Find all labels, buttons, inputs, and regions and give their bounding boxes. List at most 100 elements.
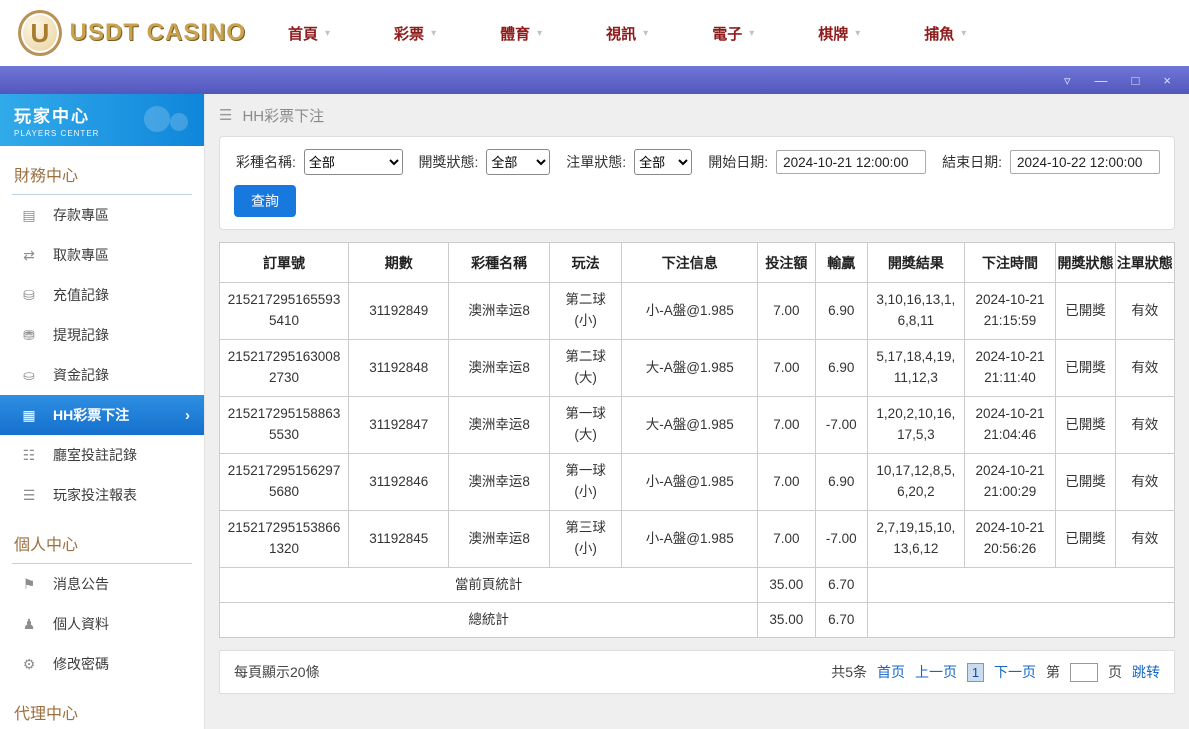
start-date-input[interactable] [776,150,926,174]
cell-period: 31192848 [349,340,449,397]
total-summary-label: 總統計 [220,603,758,638]
cell-bet-info: 小-A盤@1.985 [622,283,758,340]
nav-item-label: 電子 [712,23,742,44]
sidebar-item-change-password[interactable]: ⚙ 修改密碼 [0,644,204,684]
table-row: 2152172951655935410 31192849 澳洲幸运8 第二球(小… [220,283,1175,340]
page-jump-input[interactable] [1070,663,1098,682]
end-date-input[interactable] [1010,150,1160,174]
player-bet-report-icon: ☰ [20,487,38,504]
chevron-down-icon: ▾ [537,28,542,39]
page-summary-win-loss: 6.70 [815,568,868,603]
prev-page-link[interactable]: 上一页 [915,662,957,682]
cell-amount: 7.00 [758,397,815,454]
hamburger-icon[interactable]: ☰ [219,106,232,124]
logo[interactable]: U USDT CASINO [18,10,246,56]
cell-win-loss: -7.00 [815,397,868,454]
logo-text: USDT CASINO [70,19,246,47]
chevron-down-icon: ▾ [325,28,330,39]
window-collapse-icon[interactable]: ▿ [1064,74,1071,87]
window-minimize-icon[interactable]: — [1095,74,1108,87]
player-center-title: 玩家中心 [14,102,99,127]
window-close-icon[interactable]: × [1163,74,1171,87]
sidebar-item-announcements[interactable]: ⚑ 消息公告 [0,564,204,604]
nav-item-label: 體育 [500,23,530,44]
col-header-play: 玩法 [549,243,622,283]
nav-item-lottery[interactable]: 彩票 ▾ [394,23,436,44]
sidebar-item-hh-lottery-bet[interactable]: ▦ HH彩票下注 › [0,395,204,435]
col-header-period: 期數 [349,243,449,283]
cell-draw-status: 已開獎 [1056,340,1115,397]
sidebar-section-finance: 財務中心 ▤ 存款專區 ⇄ 取款專區 ⛁ 充值記錄 ⛃ 提現記錄 [0,156,204,515]
cell-draw-status: 已開獎 [1056,511,1115,568]
cell-lottery: 澳洲幸运8 [449,340,549,397]
window-maximize-icon[interactable]: □ [1132,74,1140,87]
sidebar-item-recharge-record[interactable]: ⛁ 充值記錄 [0,275,204,315]
withdrawal-record-icon: ⛃ [20,327,38,344]
order-status-select[interactable]: 全部 [634,149,692,175]
nav-item-label: 視訊 [606,23,636,44]
page-summary-amount: 35.00 [758,568,815,603]
sidebar-item-withdrawal-record[interactable]: ⛃ 提現記錄 [0,315,204,355]
nav-item-video[interactable]: 視訊 ▾ [606,23,648,44]
page-title: HH彩票下注 [242,105,324,126]
cell-bet-info: 大-A盤@1.985 [622,397,758,454]
sidebar-item-withdraw-area[interactable]: ⇄ 取款專區 [0,235,204,275]
sidebar-item-label: 提現記錄 [53,325,109,345]
sidebar-item-player-bet-report[interactable]: ☰ 玩家投注報表 [0,475,204,515]
cell-draw-status: 已開獎 [1056,454,1115,511]
bet-records-table: 訂單號 期數 彩種名稱 玩法 下注信息 投注額 輸贏 開獎結果 下注時間 開獎狀… [219,242,1175,638]
sidebar-item-label: 廳室投註記錄 [53,445,137,465]
cell-order-status: 有效 [1115,454,1174,511]
nav-item-electronic[interactable]: 電子 ▾ [712,23,754,44]
sidebar-item-funds-record[interactable]: ⛀ 資金記錄 [0,355,204,395]
cell-lottery: 澳洲幸运8 [449,511,549,568]
sidebar-item-deposit-area[interactable]: ▤ 存款專區 [0,195,204,235]
col-header-lottery: 彩種名稱 [449,243,549,283]
cell-win-loss: 6.90 [815,283,868,340]
breadcrumb: ☰ HH彩票下注 [219,94,1175,136]
col-header-order-no: 訂單號 [220,243,349,283]
search-button[interactable]: 查詢 [234,185,296,217]
cell-draw-status: 已開獎 [1056,283,1115,340]
gear-icon: ⚙ [20,656,38,673]
sidebar-item-profile[interactable]: ♟ 個人資料 [0,604,204,644]
logo-icon: U [18,10,62,56]
nav-item-chess[interactable]: 棋牌 ▾ [818,23,860,44]
next-page-link[interactable]: 下一页 [994,662,1036,682]
cell-bet-time: 2024-10-21 21:11:40 [964,340,1056,397]
cell-order-no: 2152172951655935410 [220,283,349,340]
cell-lottery: 澳洲幸运8 [449,283,549,340]
funds-record-icon: ⛀ [20,367,38,384]
sidebar-item-label: 修改密碼 [53,654,109,674]
nav-item-home[interactable]: 首頁 ▾ [288,23,330,44]
section-title-personal: 個人中心 [12,525,192,564]
col-header-amount: 投注額 [758,243,815,283]
total-summary-row: 總統計 35.00 6.70 [220,603,1175,638]
draw-status-select[interactable]: 全部 [486,149,550,175]
sidebar-section-agent: 代理中心 [0,694,204,729]
cell-amount: 7.00 [758,340,815,397]
nav-item-sports[interactable]: 體育 ▾ [500,23,542,44]
col-header-order-status: 注單狀態 [1115,243,1174,283]
end-date-label: 結束日期: [942,152,1002,172]
sidebar-section-personal: 個人中心 ⚑ 消息公告 ♟ 個人資料 ⚙ 修改密碼 [0,525,204,684]
current-page-indicator[interactable]: 1 [967,663,984,682]
cell-bet-time: 2024-10-21 21:04:46 [964,397,1056,454]
main-content: ☰ HH彩票下注 彩種名稱: 全部 開獎狀態: 全部 注單狀態: 全部 [205,94,1189,729]
lottery-name-select[interactable]: 全部 [304,149,403,175]
cell-order-no: 2152172951588635530 [220,397,349,454]
cell-order-no: 2152172951630082730 [220,340,349,397]
cell-bet-time: 2024-10-21 20:56:26 [964,511,1056,568]
nav-item-fishing[interactable]: 捕魚 ▾ [924,23,966,44]
player-center-titles: 玩家中心 PLAYERS CENTER [14,102,99,138]
sidebar-item-room-bet-record[interactable]: ☷ 廳室投註記錄 [0,435,204,475]
sidebar: 玩家中心 PLAYERS CENTER 財務中心 ▤ 存款專區 ⇄ 取款專區 ⛁… [0,94,205,729]
cell-period: 31192846 [349,454,449,511]
person-icon: ♟ [20,616,38,633]
cell-bet-time: 2024-10-21 21:15:59 [964,283,1056,340]
cell-amount: 7.00 [758,454,815,511]
cell-result: 5,17,18,4,19,11,12,3 [868,340,965,397]
first-page-link[interactable]: 首页 [877,662,905,682]
nav-item-label: 捕魚 [924,23,954,44]
jump-button[interactable]: 跳转 [1132,662,1160,682]
